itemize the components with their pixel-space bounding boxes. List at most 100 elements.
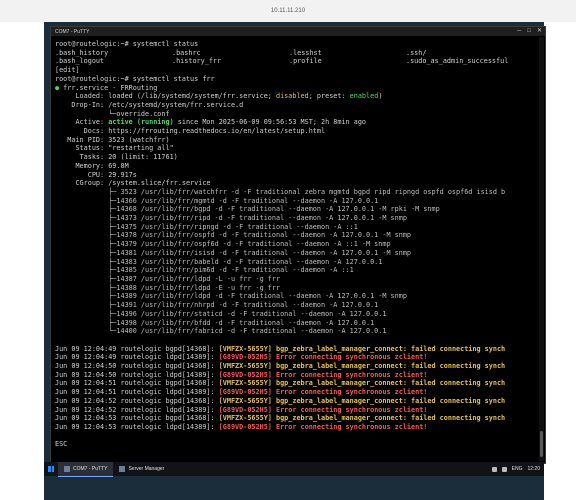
windows-start-icon[interactable] bbox=[48, 466, 54, 472]
terminal-line: Memory: 69.8M bbox=[55, 161, 129, 170]
log-prefix: Jun 09 12:04:49 routelogic ldpd[14389]: bbox=[55, 353, 219, 362]
log-message: Error connecting synchronous zclient! bbox=[271, 370, 428, 379]
enabled-state: enabled bbox=[349, 92, 379, 101]
process-line: └─14400 /usr/lib/frr/fabricd -d -F tradi… bbox=[55, 327, 387, 336]
terminal-line: Status: "restarting all" bbox=[55, 144, 174, 153]
putty-icon bbox=[64, 465, 70, 472]
process-line: ├─14398 /usr/lib/frr/bfdd -d -F traditio… bbox=[55, 318, 375, 327]
log-line: Jun 09 12:04:49 routelogic ldpd[14389]: … bbox=[55, 353, 537, 362]
process-line: ├─14391 /usr/lib/frr/nhrpd -d -F traditi… bbox=[55, 301, 379, 310]
log-message: bgp_zebra_label_manager_connect: failed … bbox=[271, 362, 506, 371]
process-line: ├─14389 /usr/lib/frr/ldpd -d -F traditio… bbox=[55, 292, 407, 301]
file-entry: .history_frr bbox=[172, 57, 222, 66]
file-entry: .bash_logout bbox=[55, 57, 105, 66]
log-tag: [G89VD-052H5] bbox=[218, 422, 272, 431]
terminal-line: Drop-In: /etc/systemd/system/frr.service… bbox=[55, 100, 244, 109]
log-tag: [VMFZX-5655Y] bbox=[218, 379, 272, 388]
taskbar-item-putty[interactable]: COM7 - PuTTY bbox=[58, 461, 114, 477]
log-prefix: Jun 09 12:04:52 routelogic ldpd[14389]: bbox=[55, 405, 219, 414]
log-line: Jun 09 12:04:51 routelogic ldpd[14389]: … bbox=[55, 388, 537, 397]
log-tag: [VMFZX-5655Y] bbox=[218, 396, 272, 405]
log-line: Jun 09 12:04:51 routelogic bgpd[14368]: … bbox=[55, 379, 537, 388]
process-line: ├─14373 /usr/lib/frr/ripd -d -F traditio… bbox=[55, 214, 407, 223]
window-titlebar[interactable]: COM7 - PuTTY ─ □ ✕ bbox=[51, 27, 545, 36]
taskbar: COM7 - PuTTY Server Manager ENG 12:20 bbox=[44, 461, 544, 477]
process-line: ├─14385 /usr/lib/frr/pim6d -d -F traditi… bbox=[55, 266, 354, 275]
terminal-line: .bash_history .bashrc .lesshst .ssh/ bbox=[55, 49, 537, 58]
log-line: Jun 09 12:04:50 routelogic bgpd[14368]: … bbox=[55, 362, 537, 371]
service-name: frr.service - FRRouting bbox=[59, 83, 158, 92]
log-prefix: Jun 09 12:04:50 routelogic bgpd[14368]: bbox=[55, 362, 219, 371]
terminal-line: root@routelogic:~# systemctl status frr bbox=[55, 74, 215, 83]
remote-address: 10.11.11.210 bbox=[270, 8, 306, 14]
maximize-button[interactable]: □ bbox=[527, 28, 531, 35]
minimize-button[interactable]: ─ bbox=[517, 28, 521, 35]
system-tray: ENG 12:20 bbox=[491, 466, 544, 472]
active-label: Active: bbox=[55, 118, 109, 127]
taskbar-item-label: COM7 - PuTTY bbox=[73, 465, 108, 472]
log-tag: [G89VD-052H5] bbox=[218, 388, 272, 397]
process-line: ├─14381 /usr/lib/frr/isisd -d -F traditi… bbox=[55, 248, 412, 257]
putty-window[interactable]: COM7 - PuTTY ─ □ ✕ root@routelogic:~# sy… bbox=[50, 26, 546, 464]
terminal-line: ESC bbox=[55, 440, 68, 449]
terminal-line: └─override.conf bbox=[55, 109, 170, 118]
log-prefix: Jun 09 12:04:53 routelogic bgpd[14368]: bbox=[55, 414, 219, 423]
window-controls: ─ □ ✕ bbox=[517, 28, 542, 35]
volume-icon[interactable] bbox=[501, 466, 507, 472]
process-line: ├─14387 /usr/lib/frr/ldpd -L -u frr -g f… bbox=[55, 274, 281, 283]
file-entry: .bashrc bbox=[172, 48, 201, 57]
log-message: bgp_zebra_label_manager_connect: failed … bbox=[271, 414, 506, 423]
scrollbar[interactable] bbox=[539, 37, 544, 461]
process-line: ├─14383 /usr/lib/frr/babeld -d -F tradit… bbox=[55, 257, 383, 266]
log-tag: [VMFZX-5655Y] bbox=[218, 414, 272, 423]
log-line: Jun 09 12:04:53 routelogic bgpd[14368]: … bbox=[55, 414, 537, 423]
log-line: Jun 09 12:04:52 routelogic bgpd[14368]: … bbox=[55, 397, 537, 406]
taskbar-item-label: Server Manager bbox=[128, 466, 165, 472]
process-line: ├─14378 /usr/lib/frr/ospfd -d -F traditi… bbox=[55, 231, 412, 240]
file-entry: .ssh/ bbox=[406, 48, 427, 57]
log-message: Error connecting synchronous zclient! bbox=[271, 388, 428, 397]
terminal-line: Docs: https://frrouting.readthedocs.io/e… bbox=[55, 127, 326, 136]
log-message: Error connecting synchronous zclient! bbox=[271, 422, 428, 431]
log-lines: Jun 09 12:04:49 routelogic bgpd[14368]: … bbox=[55, 345, 537, 432]
log-line: Jun 09 12:04:52 routelogic ldpd[14389]: … bbox=[55, 406, 537, 415]
log-prefix: Jun 09 12:04:49 routelogic bgpd[14368]: bbox=[55, 344, 219, 353]
terminal-output[interactable]: root@routelogic:~# systemctl status .bash… bbox=[55, 40, 537, 459]
terminal-line: root@routelogic:~# systemctl status bbox=[55, 40, 199, 48]
terminal-line: Tasks: 20 (limit: 11761) bbox=[55, 153, 178, 162]
network-icon[interactable] bbox=[491, 466, 497, 472]
log-tag: [G89VD-052H5] bbox=[218, 370, 272, 379]
server-manager-icon bbox=[119, 466, 126, 472]
language-indicator[interactable]: ENG bbox=[512, 466, 523, 472]
close-button[interactable]: ✕ bbox=[537, 28, 542, 35]
process-line: ├─14379 /usr/lib/frr/ospf6d -d -F tradit… bbox=[55, 240, 391, 249]
process-line: ├─14396 /usr/lib/frr/staticd -d -F tradi… bbox=[55, 309, 387, 318]
log-message: bgp_zebra_label_manager_connect: failed … bbox=[271, 344, 506, 353]
process-line: ├─14368 /usr/lib/frr/bgpd -d -F traditio… bbox=[55, 205, 440, 214]
log-tag: [VMFZX-5655Y] bbox=[218, 362, 272, 371]
log-tag: [G89VD-052H5] bbox=[218, 353, 272, 362]
process-line: ├─ 3523 /usr/lib/frr/watchfrr -d -F trad… bbox=[55, 187, 506, 196]
clock[interactable]: 12:20 bbox=[527, 466, 540, 472]
taskbar-item-server-manager[interactable]: Server Manager bbox=[113, 462, 170, 476]
file-entry: .bash_history bbox=[55, 48, 109, 57]
active-state: active (running) bbox=[108, 118, 174, 127]
terminal-line: Main PID: 3523 (watchfrr) bbox=[55, 135, 170, 144]
loaded-label: Loaded: loaded (/lib/systemd/system/frr.… bbox=[55, 92, 276, 101]
preset-label: ; preset: bbox=[308, 92, 350, 101]
terminal-line: .bash_logout .history_frr .profile .sudo_as… bbox=[55, 57, 537, 66]
scrollbar-thumb[interactable] bbox=[540, 431, 543, 457]
log-prefix: Jun 09 12:04:50 routelogic ldpd[14389]: bbox=[55, 370, 219, 379]
terminal-line: Loaded: loaded (/lib/systemd/system/frr.… bbox=[55, 92, 537, 101]
window-title: COM7 - PuTTY bbox=[55, 28, 90, 35]
log-prefix: Jun 09 12:04:51 routelogic bgpd[14368]: bbox=[55, 379, 219, 388]
log-tag: [G89VD-052H5] bbox=[218, 405, 272, 414]
paren-close: ) bbox=[378, 92, 383, 101]
remote-address-bar: 10.11.11.210 bbox=[0, 0, 576, 22]
terminal-line: [edit] bbox=[55, 66, 80, 75]
log-line: Jun 09 12:04:49 routelogic bgpd[14368]: … bbox=[55, 345, 537, 354]
file-entry: .profile bbox=[289, 57, 322, 66]
log-prefix: Jun 09 12:04:53 routelogic ldpd[14389]: bbox=[55, 422, 219, 431]
